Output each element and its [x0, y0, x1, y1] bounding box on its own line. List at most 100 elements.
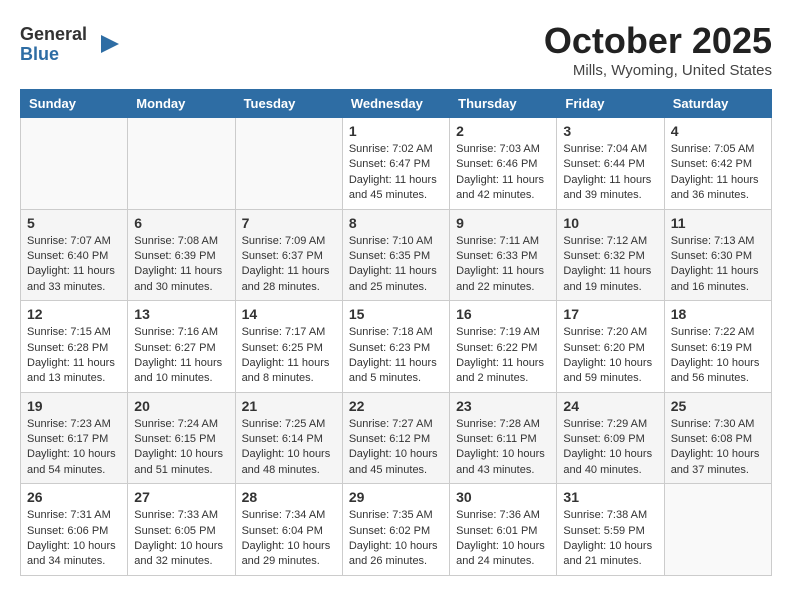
day-number: 10: [563, 215, 657, 231]
day-info: Sunrise: 7:35 AMSunset: 6:02 PMDaylight:…: [349, 508, 443, 570]
day-info: Sunrise: 7:16 AMSunset: 6:27 PMDaylight:…: [134, 325, 228, 387]
day-number: 28: [242, 489, 336, 505]
day-info: Sunrise: 7:03 AMSunset: 6:46 PMDaylight:…: [456, 142, 550, 204]
day-cell: 3Sunrise: 7:04 AMSunset: 6:44 PMDaylight…: [557, 118, 664, 210]
header-monday: Monday: [128, 90, 235, 118]
week-row-2: 5Sunrise: 7:07 AMSunset: 6:40 PMDaylight…: [21, 209, 772, 301]
day-cell: 18 Sunrise: 7:22 AMSunset: 6:19 PMDayligh…: [664, 301, 771, 393]
day-info: Sunrise: 7:10 AMSunset: 6:35 PMDaylight:…: [349, 234, 443, 296]
day-cell: 22 Sunrise: 7:27 AMSunset: 6:12 PMDayligh…: [342, 392, 449, 484]
day-number: 26: [27, 489, 121, 505]
day-number: 29: [349, 489, 443, 505]
day-number: 4: [671, 123, 765, 139]
week-row-4: 19 Sunrise: 7:23 AMSunset: 6:17 PMDayligh…: [21, 392, 772, 484]
day-info: Sunrise: 7:11 AMSunset: 6:33 PMDaylight:…: [456, 234, 550, 296]
week-row-1: 1Sunrise: 7:02 AMSunset: 6:47 PMDaylight…: [21, 118, 772, 210]
day-cell: 29 Sunrise: 7:35 AMSunset: 6:02 PMDayligh…: [342, 484, 449, 576]
week-row-3: 12Sunrise: 7:15 AMSunset: 6:28 PMDayligh…: [21, 301, 772, 393]
day-info: Sunrise: 7:29 AMSunset: 6:09 PMDaylight:…: [563, 417, 657, 479]
day-cell: [235, 118, 342, 210]
header-sunday: Sunday: [21, 90, 128, 118]
day-cell: 23 Sunrise: 7:28 AMSunset: 6:11 PMDayligh…: [450, 392, 557, 484]
day-info: Sunrise: 7:23 AMSunset: 6:17 PMDaylight:…: [27, 417, 121, 479]
day-cell: 8Sunrise: 7:10 AMSunset: 6:35 PMDaylight…: [342, 209, 449, 301]
calendar-table: SundayMondayTuesdayWednesdayThursdayFrid…: [20, 89, 772, 576]
day-number: 20: [134, 398, 228, 414]
day-info: Sunrise: 7:24 AMSunset: 6:15 PMDaylight:…: [134, 417, 228, 479]
header-wednesday: Wednesday: [342, 90, 449, 118]
day-cell: 27 Sunrise: 7:33 AMSunset: 6:05 PMDayligh…: [128, 484, 235, 576]
day-info: Sunrise: 7:31 AMSunset: 6:06 PMDaylight:…: [27, 508, 121, 570]
day-number: 13: [134, 306, 228, 322]
calendar-subtitle: Mills, Wyoming, United States: [544, 62, 772, 79]
day-cell: 19 Sunrise: 7:23 AMSunset: 6:17 PMDayligh…: [21, 392, 128, 484]
day-info: Sunrise: 7:25 AMSunset: 6:14 PMDaylight:…: [242, 417, 336, 479]
day-info: Sunrise: 7:13 AMSunset: 6:30 PMDaylight:…: [671, 234, 765, 296]
logo-general-text: General: [20, 25, 87, 45]
day-number: 19: [27, 398, 121, 414]
day-number: 1: [349, 123, 443, 139]
day-number: 14: [242, 306, 336, 322]
day-number: 21: [242, 398, 336, 414]
day-number: 17: [563, 306, 657, 322]
day-cell: 30 Sunrise: 7:36 AMSunset: 6:01 PMDayligh…: [450, 484, 557, 576]
week-row-5: 26 Sunrise: 7:31 AMSunset: 6:06 PMDayligh…: [21, 484, 772, 576]
day-number: 31: [563, 489, 657, 505]
day-number: 24: [563, 398, 657, 414]
calendar-title: October 2025: [544, 20, 772, 62]
day-number: 25: [671, 398, 765, 414]
header-tuesday: Tuesday: [235, 90, 342, 118]
day-cell: 24 Sunrise: 7:29 AMSunset: 6:09 PMDayligh…: [557, 392, 664, 484]
page-header: General Blue October 2025 Mills, Wyoming…: [20, 20, 772, 79]
day-cell: 14 Sunrise: 7:17 AMSunset: 6:25 PMDayligh…: [235, 301, 342, 393]
day-number: 27: [134, 489, 228, 505]
day-info: Sunrise: 7:17 AMSunset: 6:25 PMDaylight:…: [242, 325, 336, 387]
header-thursday: Thursday: [450, 90, 557, 118]
day-info: Sunrise: 7:36 AMSunset: 6:01 PMDaylight:…: [456, 508, 550, 570]
day-cell: 10 Sunrise: 7:12 AMSunset: 6:32 PMDayligh…: [557, 209, 664, 301]
day-number: 5: [27, 215, 121, 231]
day-cell: 15Sunrise: 7:18 AMSunset: 6:23 PMDayligh…: [342, 301, 449, 393]
day-info: Sunrise: 7:34 AMSunset: 6:04 PMDaylight:…: [242, 508, 336, 570]
day-cell: 12Sunrise: 7:15 AMSunset: 6:28 PMDayligh…: [21, 301, 128, 393]
day-cell: 17Sunrise: 7:20 AMSunset: 6:20 PMDayligh…: [557, 301, 664, 393]
day-cell: 16 Sunrise: 7:19 AMSunset: 6:22 PMDayligh…: [450, 301, 557, 393]
day-number: 22: [349, 398, 443, 414]
day-info: Sunrise: 7:15 AMSunset: 6:28 PMDaylight:…: [27, 325, 121, 387]
title-section: October 2025 Mills, Wyoming, United Stat…: [544, 20, 772, 79]
day-cell: 4 Sunrise: 7:05 AMSunset: 6:42 PMDaylight…: [664, 118, 771, 210]
day-cell: 25 Sunrise: 7:30 AMSunset: 6:08 PMDayligh…: [664, 392, 771, 484]
day-info: Sunrise: 7:30 AMSunset: 6:08 PMDaylight:…: [671, 417, 765, 479]
day-number: 11: [671, 215, 765, 231]
day-info: Sunrise: 7:19 AMSunset: 6:22 PMDaylight:…: [456, 325, 550, 387]
day-number: 16: [456, 306, 550, 322]
day-number: 18: [671, 306, 765, 322]
day-cell: 20 Sunrise: 7:24 AMSunset: 6:15 PMDayligh…: [128, 392, 235, 484]
header-saturday: Saturday: [664, 90, 771, 118]
day-cell: 28 Sunrise: 7:34 AMSunset: 6:04 PMDayligh…: [235, 484, 342, 576]
day-number: 7: [242, 215, 336, 231]
day-cell: 21 Sunrise: 7:25 AMSunset: 6:14 PMDayligh…: [235, 392, 342, 484]
day-number: 30: [456, 489, 550, 505]
day-info: Sunrise: 7:12 AMSunset: 6:32 PMDaylight:…: [563, 234, 657, 296]
logo: General Blue: [20, 25, 121, 65]
day-cell: 7Sunrise: 7:09 AMSunset: 6:37 PMDaylight…: [235, 209, 342, 301]
day-info: Sunrise: 7:04 AMSunset: 6:44 PMDaylight:…: [563, 142, 657, 204]
logo-blue-text: Blue: [20, 45, 87, 65]
day-info: Sunrise: 7:33 AMSunset: 6:05 PMDaylight:…: [134, 508, 228, 570]
day-number: 23: [456, 398, 550, 414]
day-info: Sunrise: 7:28 AMSunset: 6:11 PMDaylight:…: [456, 417, 550, 479]
day-info: Sunrise: 7:27 AMSunset: 6:12 PMDaylight:…: [349, 417, 443, 479]
day-cell: 2Sunrise: 7:03 AMSunset: 6:46 PMDaylight…: [450, 118, 557, 210]
day-info: Sunrise: 7:18 AMSunset: 6:23 PMDaylight:…: [349, 325, 443, 387]
day-cell: 31Sunrise: 7:38 AMSunset: 5:59 PMDayligh…: [557, 484, 664, 576]
day-cell: 9Sunrise: 7:11 AMSunset: 6:33 PMDaylight…: [450, 209, 557, 301]
day-cell: 6Sunrise: 7:08 AMSunset: 6:39 PMDaylight…: [128, 209, 235, 301]
day-info: Sunrise: 7:05 AMSunset: 6:42 PMDaylight:…: [671, 142, 765, 204]
day-cell: 13 Sunrise: 7:16 AMSunset: 6:27 PMDayligh…: [128, 301, 235, 393]
day-cell: [21, 118, 128, 210]
day-info: Sunrise: 7:22 AMSunset: 6:19 PMDaylight:…: [671, 325, 765, 387]
day-cell: 5Sunrise: 7:07 AMSunset: 6:40 PMDaylight…: [21, 209, 128, 301]
day-cell: [128, 118, 235, 210]
day-cell: [664, 484, 771, 576]
